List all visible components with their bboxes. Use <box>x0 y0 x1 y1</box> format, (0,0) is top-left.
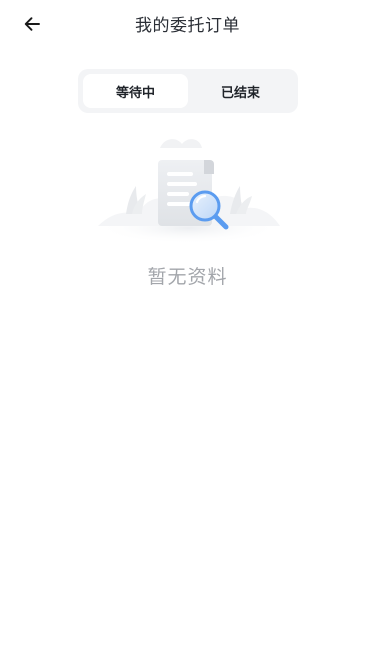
order-status-tabs: 等待中 已结束 <box>78 69 298 113</box>
top-nav-bar: 我的委托订单 <box>0 0 375 52</box>
empty-illustration <box>90 128 286 246</box>
page-title: 我的委托订单 <box>135 16 240 36</box>
tab-waiting[interactable]: 等待中 <box>83 74 188 108</box>
empty-state-message: 暂无资料 <box>147 266 228 288</box>
tab-finished[interactable]: 已结束 <box>188 74 293 108</box>
